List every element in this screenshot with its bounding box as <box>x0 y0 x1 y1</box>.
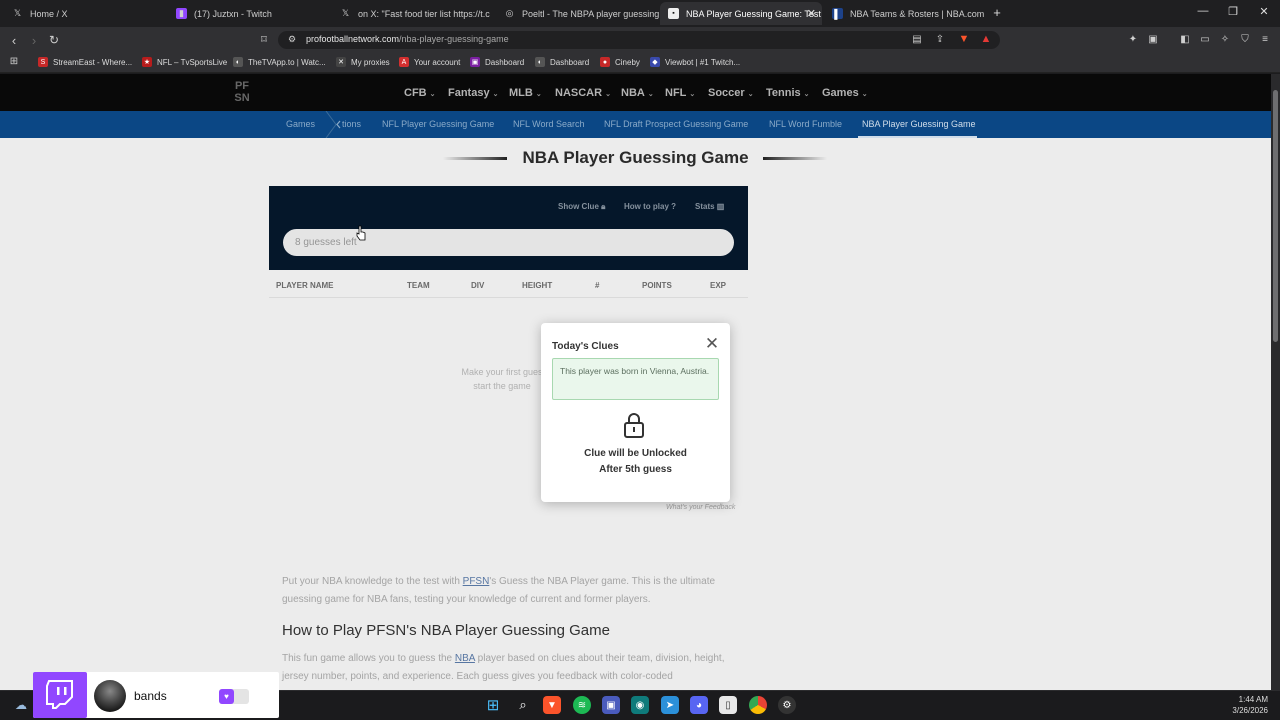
brave-browser-icon[interactable]: ▼ <box>543 696 561 714</box>
file-icon[interactable]: ▯ <box>719 696 737 714</box>
bookmark-item[interactable]: ▣ Dashboard <box>470 57 524 67</box>
chrome-icon[interactable] <box>749 696 767 714</box>
bookmark-item[interactable]: ★ NFL – TvSportsLive <box>142 57 227 67</box>
nba-icon: ▌ <box>832 8 843 19</box>
wallet-icon[interactable]: ▣ <box>1146 34 1160 45</box>
restore-icon[interactable]: ❐ <box>1224 5 1242 18</box>
brave-rewards-icon[interactable]: ▲ <box>979 33 993 45</box>
tab-home-x[interactable]: 𝕏 Home / X <box>4 2 168 25</box>
scrollbar-thumb[interactable] <box>1273 90 1278 342</box>
bookmark-favicon-icon: ✕ <box>336 57 346 67</box>
site-info-icon[interactable]: ⚙ <box>285 34 299 45</box>
minimize-icon[interactable]: — <box>1194 5 1212 17</box>
x-logo-icon: 𝕏 <box>13 8 22 18</box>
bookmark-favicon-icon: ◐ <box>535 57 545 67</box>
telegram-icon[interactable]: ➤ <box>661 696 679 714</box>
wallet-card-icon[interactable]: ▭ <box>1198 34 1212 45</box>
extensions-icon[interactable]: ✦ <box>1126 34 1140 45</box>
weather-icon[interactable]: ☁ <box>12 696 30 714</box>
forward-icon[interactable]: › <box>27 33 41 48</box>
media-app-icon[interactable]: ◉ <box>631 696 649 714</box>
bookmark-item[interactable]: ◐ TheTVApp.to | Watc... <box>233 57 326 67</box>
url-text[interactable]: profootballnetwork.com/nba-player-guessi… <box>306 34 509 44</box>
bookmark-item[interactable]: ✕ My proxies <box>336 57 390 67</box>
share-icon[interactable]: ⇪ <box>933 34 947 45</box>
system-clock[interactable]: 1:44 AM 3/26/2026 <box>1216 694 1268 716</box>
bookmark-favicon-icon: S <box>38 57 48 67</box>
clue-card: This player was born in Vienna, Austria. <box>552 358 719 400</box>
leo-ai-icon[interactable]: ✧ <box>1218 34 1232 45</box>
bookmark-icon[interactable]: ⌑ <box>257 33 271 46</box>
tab-poeltl[interactable]: ◎ Poeltl - The NBPA player guessing ga <box>496 2 660 25</box>
menu-icon[interactable]: ≡ <box>1258 34 1272 45</box>
bookmark-favicon-icon: A <box>399 57 409 67</box>
bookmark-favicon-icon: ● <box>600 57 610 67</box>
bookmark-item[interactable]: ● Cineby <box>600 57 640 67</box>
bookmark-item[interactable]: S StreamEast - Where... <box>38 57 132 67</box>
brave-shields-icon[interactable]: ▼ <box>957 33 971 45</box>
avatar <box>94 680 126 712</box>
twitch-icon: ▮ <box>176 8 187 19</box>
hand-cursor-icon <box>356 225 366 241</box>
reader-icon[interactable]: ▤ <box>910 34 924 45</box>
bookmark-favicon-icon: ◐ <box>233 57 243 67</box>
search-icon[interactable]: ⌕ <box>514 696 532 714</box>
windows-start-icon[interactable]: ⊞ <box>484 696 502 714</box>
bookmark-favicon-icon: ★ <box>142 57 152 67</box>
padlock-icon <box>624 413 644 438</box>
apps-grid-icon[interactable]: ⊞ <box>7 56 21 67</box>
tab-x-post[interactable]: 𝕏on X: "Fast food tier list https://t.c <box>332 2 496 25</box>
pfsn-icon: ▪ <box>668 8 679 19</box>
bookmark-favicon-icon: ▣ <box>470 57 480 67</box>
x-logo-icon: 𝕏 <box>341 8 350 18</box>
sidebar-icon[interactable]: ◧ <box>1178 34 1192 45</box>
twitch-logo-icon <box>33 672 87 718</box>
new-tab-button[interactable]: + <box>988 5 1006 20</box>
locked-clue-message: Clue will be Unlocked After 5th guess <box>584 448 687 475</box>
app-icon[interactable]: ▣ <box>602 696 620 714</box>
modal-title: Today's Clues <box>552 341 619 352</box>
spotify-icon[interactable]: ≋ <box>573 696 591 714</box>
close-tab-icon[interactable]: ✕ <box>807 7 816 20</box>
back-icon[interactable]: ‹ <box>7 33 21 48</box>
bookmark-favicon-icon: ◆ <box>650 57 660 67</box>
bookmark-item[interactable]: ◐ Dashboard <box>535 57 589 67</box>
bookmark-item[interactable]: ◆ Viewbot | #1 Twitch... <box>650 57 740 67</box>
vpn-icon[interactable]: ⛉ <box>1238 34 1252 45</box>
tab-twitch[interactable]: ▮ (17) Juztxn - Twitch <box>168 2 332 25</box>
bookmark-item[interactable]: A Your account <box>399 57 460 67</box>
steam-icon[interactable]: ⚙ <box>778 696 796 714</box>
close-icon[interactable]: ✕ <box>704 335 720 352</box>
twitch-username: bands <box>134 689 167 703</box>
reload-icon[interactable]: ↻ <box>47 33 61 47</box>
poeltl-icon: ◎ <box>505 8 514 18</box>
close-window-icon[interactable]: ✕ <box>1255 5 1273 18</box>
discord-icon[interactable]: ◕ <box>690 696 708 714</box>
tab-nba-com[interactable]: ▌ NBA Teams & Rosters | NBA.com <box>824 2 988 25</box>
tab-nba-guessing-game[interactable]: ▪ NBA Player Guessing Game: Test ✕ <box>660 2 822 25</box>
heart-icon: ♥ <box>219 689 234 704</box>
